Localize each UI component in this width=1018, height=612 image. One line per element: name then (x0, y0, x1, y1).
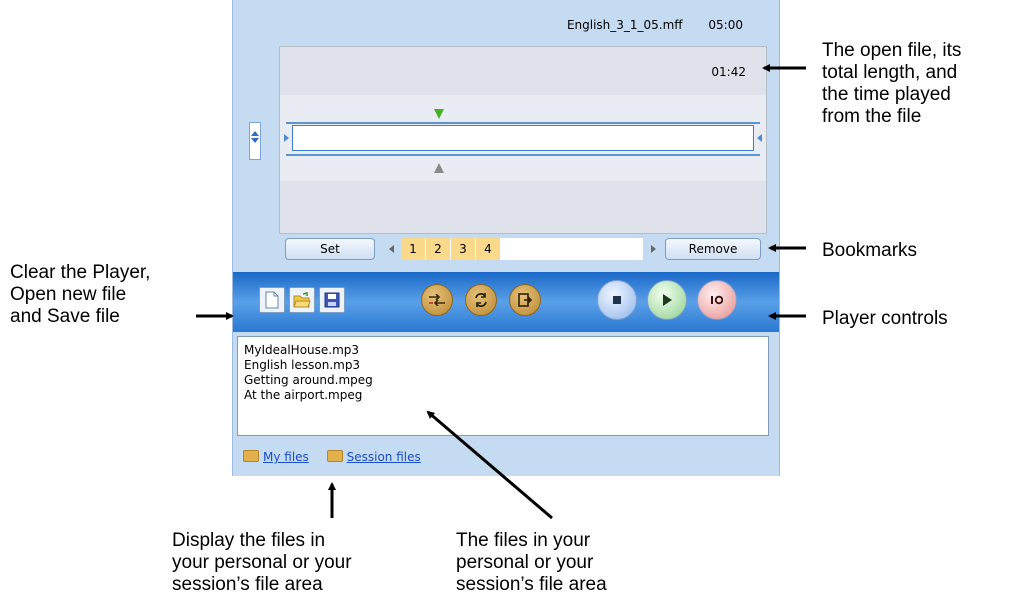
arrow-files-in-area-icon (426, 410, 553, 520)
annotation-arrows (196, 64, 806, 520)
